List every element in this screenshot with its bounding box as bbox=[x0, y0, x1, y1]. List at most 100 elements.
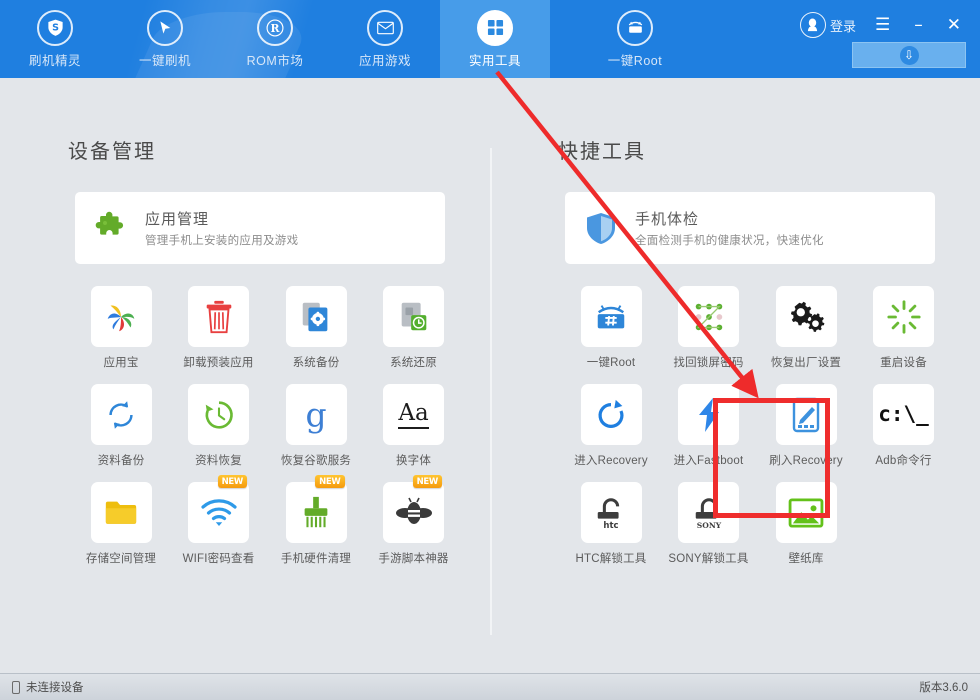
quick-tools-column: 快捷工具 手机体检 全面检测手机的健康状况，快速优化 一键Root 找回锁屏密码… bbox=[500, 78, 960, 566]
tile-icon-box bbox=[775, 384, 837, 445]
tile-sony-unlock[interactable]: SONY SONY解锁工具 bbox=[663, 482, 755, 566]
status-text: 未连接设备 bbox=[26, 682, 84, 694]
nav-label: 刷机精灵 bbox=[28, 53, 81, 68]
new-badge: NEW bbox=[412, 475, 442, 488]
sync-arrows-icon bbox=[109, 400, 133, 429]
tile-label: SONY解锁工具 bbox=[668, 553, 749, 565]
minimize-icon[interactable]: – bbox=[909, 15, 928, 36]
card-subtitle: 管理手机上安装的应用及游戏 bbox=[145, 235, 299, 247]
documents-gear-icon bbox=[302, 302, 328, 331]
tile-label: 壁纸库 bbox=[788, 553, 824, 565]
hamburger-icon[interactable]: ☰ bbox=[870, 15, 895, 36]
tile-label: WIFI密码查看 bbox=[182, 553, 255, 565]
tile-label: 进入Recovery bbox=[574, 455, 648, 467]
puzzle-piece-icon bbox=[93, 210, 129, 246]
card-title: 手机体检 bbox=[635, 211, 700, 228]
nav-item-yijianshuaji[interactable]: 一键刷机 bbox=[110, 0, 220, 78]
tile-icon-box bbox=[775, 482, 837, 543]
tile-flash-recovery[interactable]: 刷入Recovery bbox=[760, 384, 852, 468]
refresh-arrow-icon bbox=[598, 399, 624, 428]
tile-storage-management[interactable]: 存储空间管理 bbox=[75, 482, 167, 566]
quick-tools-grid: 一键Root 找回锁屏密码 恢复出厂设置 重启设备 进入Recovery 进入F… bbox=[565, 286, 955, 566]
tile-icon-box bbox=[580, 286, 642, 347]
document-clock-icon bbox=[401, 302, 426, 330]
tile-recover-lock-password[interactable]: 找回锁屏密码 bbox=[663, 286, 755, 370]
tile-icon-box: g bbox=[285, 384, 347, 445]
tile-adb-command-line[interactable]: c:\_ Adb命令行 bbox=[858, 384, 950, 468]
tile-icon-box: SONY bbox=[678, 482, 739, 543]
shield-icon bbox=[583, 210, 619, 246]
tile-icon-box bbox=[90, 482, 152, 543]
download-circle-icon: ⇩ bbox=[899, 45, 919, 65]
tile-system-restore[interactable]: 系统还原 bbox=[368, 286, 460, 370]
app-header: S 刷机精灵 一键刷机 R ROM市场 应用游戏 实用工具 一键Root 登录 … bbox=[0, 0, 980, 78]
tile-icon-box: NEW bbox=[383, 475, 444, 543]
card-texts: 应用管理 管理手机上安装的应用及游戏 bbox=[145, 208, 298, 248]
tile-label: 恢复出厂设置 bbox=[770, 357, 842, 369]
tile-label: 刷入Recovery bbox=[769, 455, 843, 467]
main-content: 设备管理 应用管理 管理手机上安装的应用及游戏 应用宝 卸载预装应用 系统备份 … bbox=[0, 78, 980, 673]
tile-game-script-tool[interactable]: NEW 手游脚本神器 bbox=[368, 475, 460, 566]
close-icon[interactable]: ✕ bbox=[942, 15, 966, 36]
tile-label: HTC解锁工具 bbox=[575, 553, 647, 565]
tile-label: 换字体 bbox=[395, 455, 432, 467]
nav-item-apps-games[interactable]: 应用游戏 bbox=[330, 0, 440, 78]
tile-wallpaper-library[interactable]: 壁纸库 bbox=[760, 482, 852, 566]
nav-item-shuajijingling[interactable]: S 刷机精灵 bbox=[0, 0, 110, 78]
tile-label: 资料恢复 bbox=[195, 455, 242, 467]
clock-restore-icon bbox=[205, 400, 233, 429]
tile-htc-unlock[interactable]: htc HTC解锁工具 bbox=[565, 482, 657, 566]
nav-item-tools[interactable]: 实用工具 bbox=[440, 0, 550, 78]
phone-icon bbox=[12, 680, 20, 694]
gears-icon bbox=[790, 301, 825, 332]
nav-item-one-key-root[interactable]: 一键Root bbox=[580, 0, 690, 78]
brush-icon bbox=[304, 496, 328, 527]
card-app-management[interactable]: 应用管理 管理手机上安装的应用及游戏 bbox=[75, 192, 445, 264]
tile-one-key-root[interactable]: 一键Root bbox=[565, 286, 657, 370]
tile-icon-box: c:\_ bbox=[873, 384, 934, 445]
tile-enter-recovery[interactable]: 进入Recovery bbox=[565, 384, 657, 468]
tile-label: 找回锁屏密码 bbox=[673, 357, 744, 369]
tile-system-backup[interactable]: 系统备份 bbox=[270, 286, 362, 370]
svg-text:htc: htc bbox=[603, 521, 618, 531]
pattern-lock-icon bbox=[695, 303, 722, 330]
tile-restore-google-services[interactable]: g 恢复谷歌服务 bbox=[270, 384, 362, 468]
tile-icon-box: Aa bbox=[383, 384, 444, 445]
tile-data-backup[interactable]: 资料备份 bbox=[75, 384, 167, 468]
login-label: 登录 bbox=[829, 18, 856, 34]
tile-yingyongbao[interactable]: 应用宝 bbox=[75, 286, 167, 370]
nav-label: 一键刷机 bbox=[138, 53, 191, 68]
card-texts: 手机体检 全面检测手机的健康状况，快速优化 bbox=[635, 208, 824, 248]
padlock-sony-icon: SONY bbox=[695, 497, 721, 530]
nav-label: 实用工具 bbox=[468, 53, 521, 68]
tile-uninstall-preinstalled[interactable]: 卸载预装应用 bbox=[173, 286, 265, 370]
r-circle-icon: R bbox=[257, 9, 293, 46]
tile-icon-box bbox=[678, 286, 739, 347]
tile-icon-box bbox=[383, 286, 444, 347]
tile-label: 恢复谷歌服务 bbox=[280, 455, 352, 467]
tile-icon-box: NEW bbox=[188, 475, 249, 543]
tile-change-font[interactable]: Aa 换字体 bbox=[368, 384, 460, 468]
tile-data-restore[interactable]: 资料恢复 bbox=[173, 384, 265, 468]
tile-wifi-password[interactable]: NEW WIFI密码查看 bbox=[173, 475, 265, 566]
sunburst-restart-icon bbox=[886, 299, 921, 334]
tile-label: 系统还原 bbox=[390, 357, 437, 369]
nav-item-rom-market[interactable]: R ROM市场 bbox=[220, 0, 330, 78]
download-button[interactable]: ⇩ bbox=[852, 42, 966, 68]
tile-factory-reset[interactable]: 恢复出厂设置 bbox=[760, 286, 852, 370]
tile-label: 进入Fastboot bbox=[673, 455, 744, 467]
font-aa-icon: Aa bbox=[398, 400, 429, 429]
lightning-bolt-icon bbox=[698, 397, 719, 432]
tile-hardware-cleanup[interactable]: NEW 手机硬件清理 bbox=[270, 475, 362, 566]
tile-restart-device[interactable]: 重启设备 bbox=[858, 286, 950, 370]
tile-label: 应用宝 bbox=[103, 357, 139, 369]
tile-icon-box bbox=[580, 384, 642, 445]
bee-icon bbox=[395, 497, 432, 524]
avatar-icon bbox=[799, 12, 826, 38]
svg-text:SONY: SONY bbox=[696, 521, 721, 530]
tile-enter-fastboot[interactable]: 进入Fastboot bbox=[663, 384, 755, 468]
login-button[interactable]: 登录 bbox=[799, 12, 856, 38]
tile-label: 存储空间管理 bbox=[85, 553, 157, 565]
card-phone-checkup[interactable]: 手机体检 全面检测手机的健康状况，快速优化 bbox=[565, 192, 935, 264]
tile-icon-box bbox=[775, 286, 837, 347]
